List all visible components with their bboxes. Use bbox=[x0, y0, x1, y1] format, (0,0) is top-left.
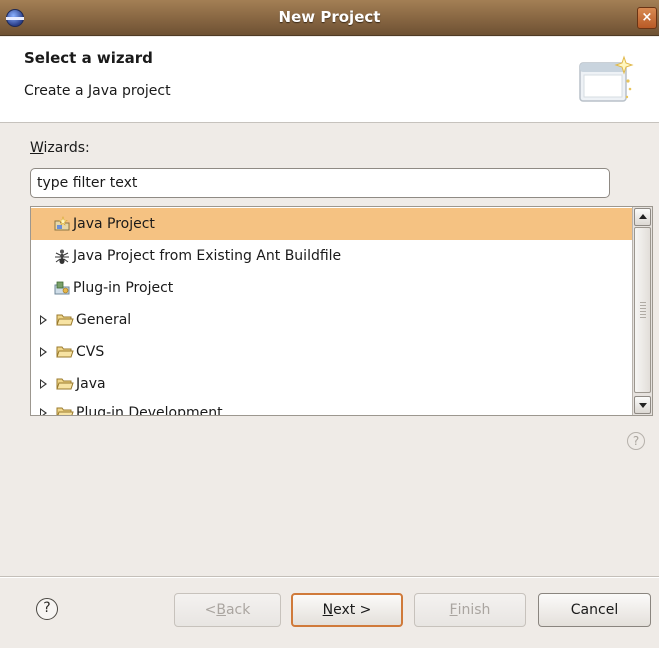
wizard-header: Select a wizard Create a Java project bbox=[0, 37, 659, 123]
title-bar[interactable]: New Project × bbox=[0, 0, 659, 36]
folder-icon bbox=[56, 404, 74, 415]
scroll-up-icon[interactable] bbox=[634, 208, 651, 226]
tree-item-label: Java Project bbox=[73, 216, 155, 232]
tree-item-label: Plug-in Development bbox=[76, 405, 223, 415]
tree-item-label: Plug-in Project bbox=[73, 280, 174, 296]
wizard-description: Create a Java project bbox=[24, 83, 171, 99]
tree-item-plugin-project[interactable]: Plug-in Project bbox=[31, 272, 633, 304]
tree-item-cvs[interactable]: CVS bbox=[31, 336, 633, 368]
tree-item-java-project-ant[interactable]: Java Project from Existing Ant Buildfile bbox=[31, 240, 633, 272]
expand-arrow-icon[interactable] bbox=[40, 408, 47, 415]
folder-icon bbox=[56, 375, 74, 393]
separator bbox=[0, 576, 659, 578]
folder-icon bbox=[56, 343, 74, 361]
wizard-tree-viewport: Java Project Java Project from Existing … bbox=[31, 207, 633, 415]
java-project-icon bbox=[53, 215, 71, 233]
window-title: New Project bbox=[278, 8, 381, 26]
scroll-down-icon[interactable] bbox=[634, 396, 651, 414]
close-button[interactable]: × bbox=[637, 7, 657, 29]
tree-item-general[interactable]: General bbox=[31, 304, 633, 336]
ant-icon bbox=[53, 247, 71, 265]
tree-item-label: General bbox=[76, 312, 132, 328]
scrollbar-thumb[interactable] bbox=[634, 227, 651, 393]
help-icon[interactable]: ? bbox=[627, 432, 645, 450]
tree-item-java[interactable]: Java bbox=[31, 368, 633, 400]
new-wizard-graphic-icon bbox=[579, 55, 634, 102]
tree-item-java-project[interactable]: Java Project bbox=[31, 208, 633, 240]
new-project-dialog: New Project × Select a wizard Create a J… bbox=[0, 0, 659, 648]
finish-button[interactable]: Finish bbox=[414, 593, 526, 627]
wizard-tree[interactable]: Java Project Java Project from Existing … bbox=[30, 206, 653, 416]
expand-arrow-icon[interactable] bbox=[40, 315, 47, 325]
tree-item-plugin-development[interactable]: Plug-in Development bbox=[31, 397, 633, 415]
tree-item-label: Java Project from Existing Ant Buildfile bbox=[73, 248, 342, 264]
folder-icon bbox=[56, 311, 74, 329]
expand-arrow-icon[interactable] bbox=[40, 347, 47, 357]
back-button[interactable]: < Back bbox=[174, 593, 281, 627]
wizard-title: Select a wizard bbox=[24, 49, 153, 67]
tree-item-label: Java bbox=[76, 376, 106, 392]
tree-item-label: CVS bbox=[76, 344, 105, 360]
wizards-label: Wizards: bbox=[30, 140, 90, 156]
cancel-button[interactable]: Cancel bbox=[538, 593, 651, 627]
next-button[interactable]: Next > bbox=[291, 593, 403, 627]
filter-input[interactable] bbox=[30, 168, 610, 198]
plugin-project-icon bbox=[53, 279, 71, 297]
tree-scrollbar[interactable] bbox=[632, 207, 652, 415]
help-button[interactable]: ? bbox=[36, 598, 58, 620]
expand-arrow-icon[interactable] bbox=[40, 379, 47, 389]
